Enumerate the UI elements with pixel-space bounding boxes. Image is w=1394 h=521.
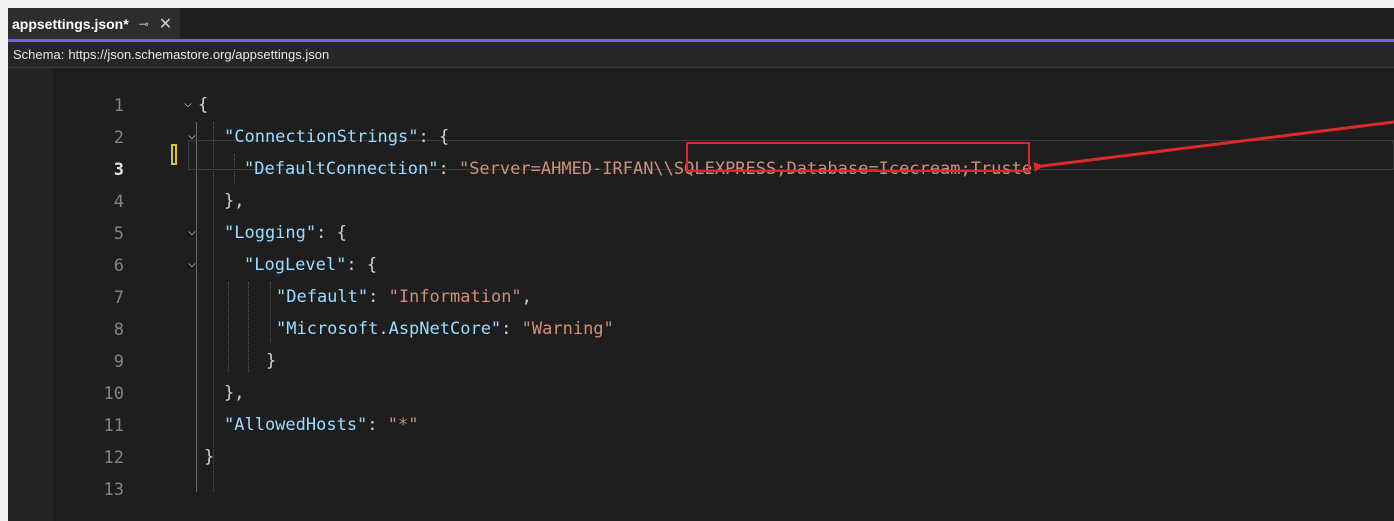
- editor-window: appsettings.json* ⊸ ✕ Schema: https://js…: [8, 8, 1394, 521]
- arrow-line: [1033, 120, 1394, 172]
- annotation-arrow: [1033, 120, 1394, 172]
